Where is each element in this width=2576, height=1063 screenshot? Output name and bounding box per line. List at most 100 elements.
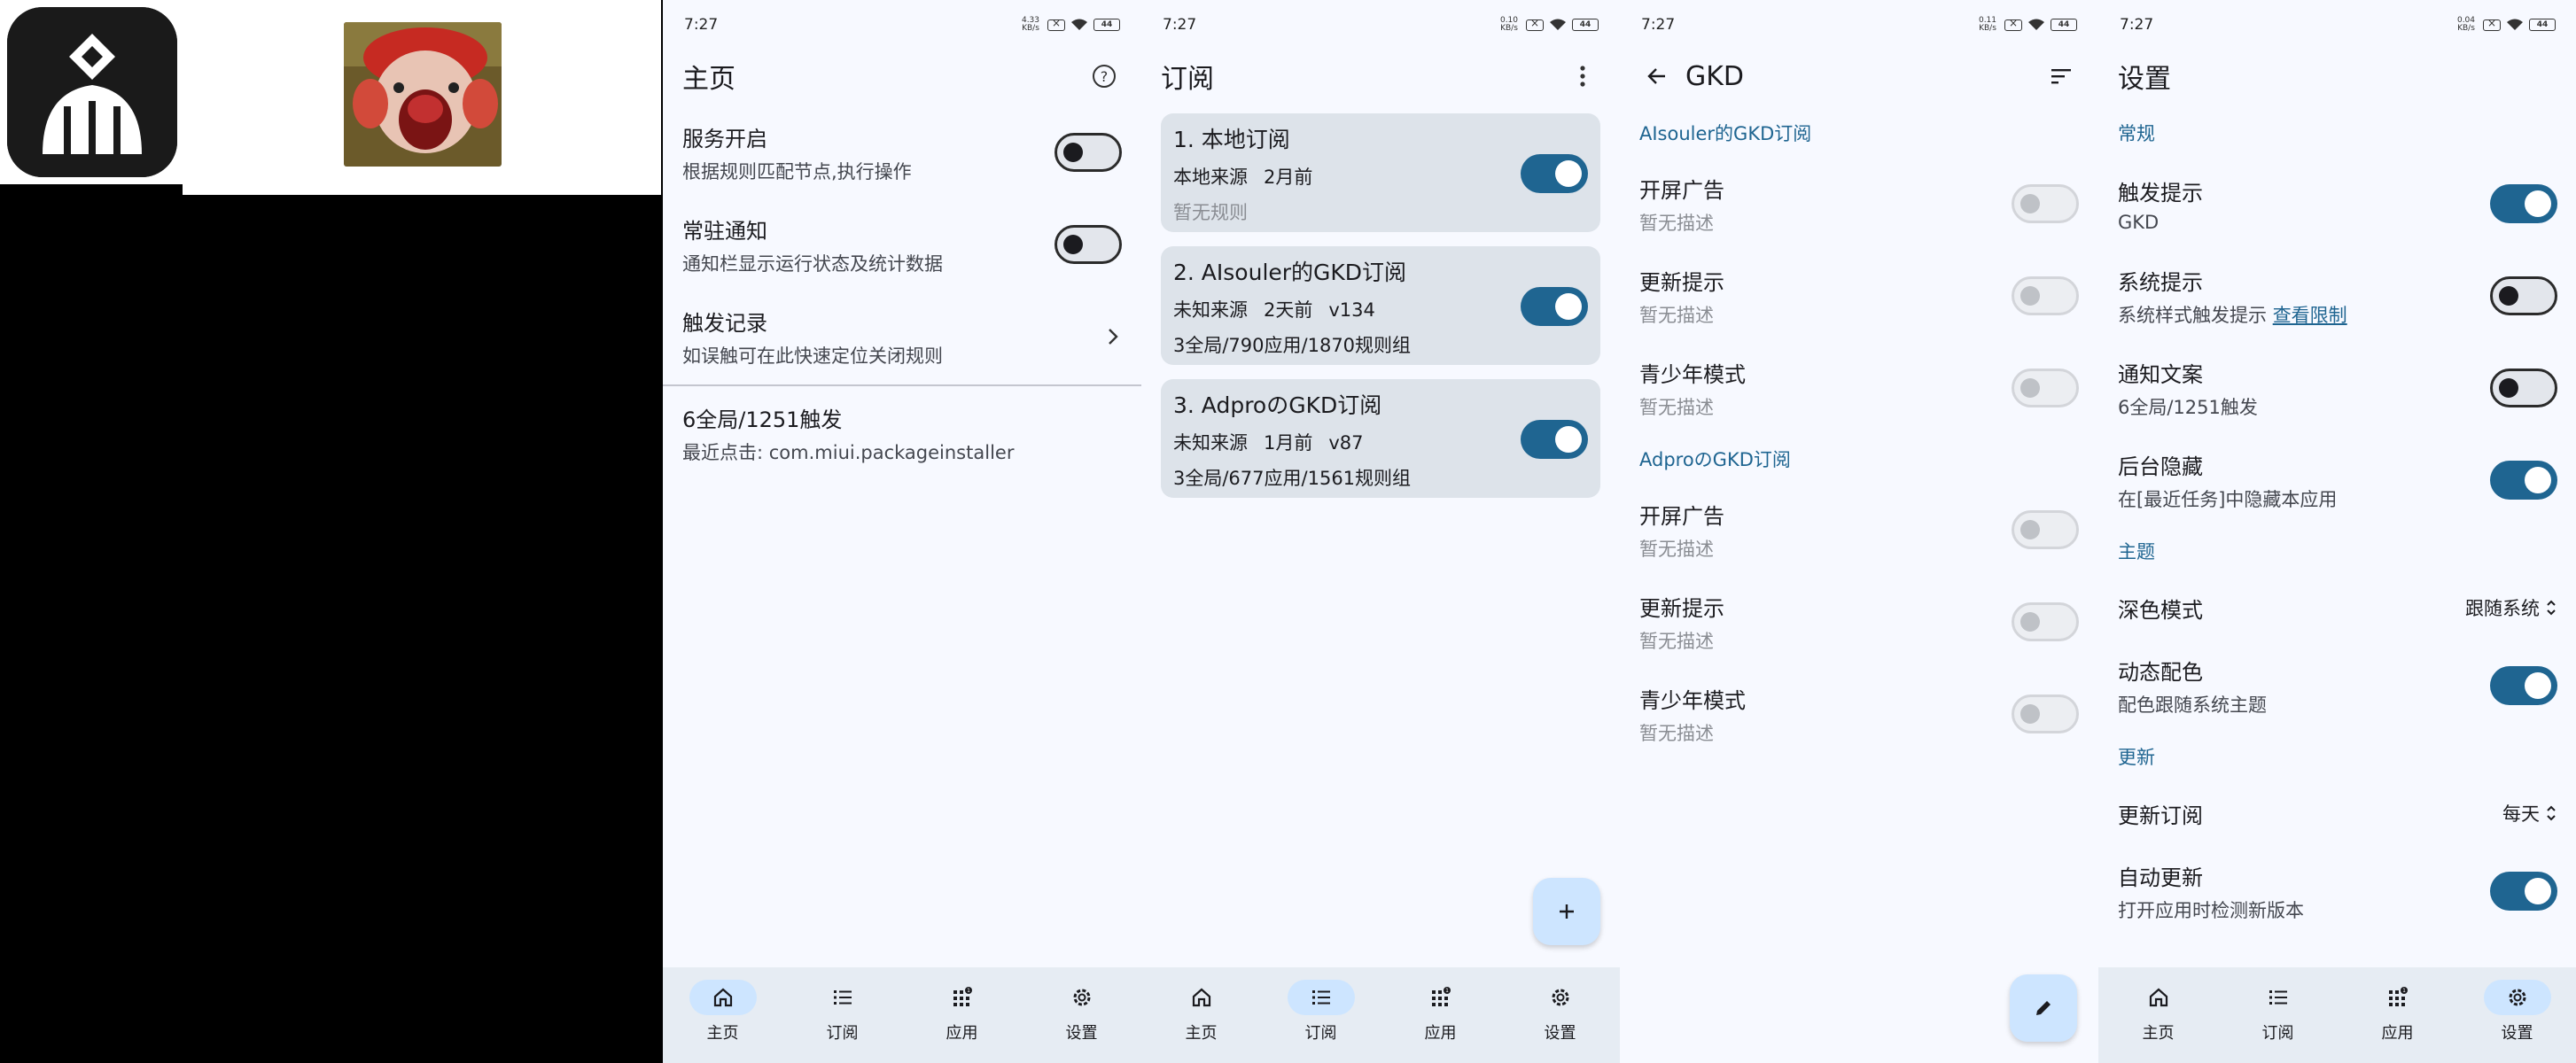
rule-row[interactable]: 开屏广告 暂无描述 bbox=[1620, 484, 2098, 576]
nav-apps[interactable]: 1 应用 bbox=[1381, 967, 1500, 1063]
dark-mode-select[interactable]: 跟随系统 bbox=[2465, 594, 2557, 621]
update-interval-select[interactable]: 每天 bbox=[2502, 800, 2557, 826]
sim-off-icon bbox=[1047, 17, 1065, 31]
rule-desc: 暂无描述 bbox=[1639, 630, 1714, 652]
subscription-card[interactable]: 1. 本地订阅 本地来源 2月前 暂无规则 bbox=[1161, 113, 1600, 232]
setting-row[interactable]: 后台隐藏 在[最近任务]中隐藏本应用 bbox=[2098, 434, 2576, 526]
list-icon bbox=[1311, 990, 1330, 1005]
bottom-nav: 主页 订阅 1 应用 设置 bbox=[2098, 967, 2576, 1063]
battery-icon: 44 bbox=[1572, 19, 1599, 31]
update-subs-row[interactable]: 更新订阅 每天 bbox=[2098, 781, 2576, 845]
nav-subs[interactable]: 订阅 bbox=[1261, 967, 1381, 1063]
battery-icon: 44 bbox=[1093, 19, 1120, 31]
gear-icon bbox=[2509, 989, 2525, 1006]
nav-apps[interactable]: 1 应用 bbox=[2338, 967, 2457, 1063]
subscription-card[interactable]: 3. AdproのGKD订阅 未知来源 1月前 v87 3全局/677应用/1561… bbox=[1161, 379, 1600, 498]
setting-row[interactable]: 系统提示 系统样式触发提示 查看限制 bbox=[2098, 250, 2576, 342]
rule-switch[interactable] bbox=[2012, 510, 2079, 549]
setting-title: 触发提示 bbox=[2118, 180, 2203, 206]
page-title: 主页 bbox=[682, 64, 735, 95]
battery-icon: 44 bbox=[2529, 19, 2556, 31]
chevron-right-icon bbox=[1109, 329, 1118, 345]
rule-switch[interactable] bbox=[2012, 694, 2079, 733]
rule-switch[interactable] bbox=[2012, 602, 2079, 641]
nav-home[interactable]: 主页 bbox=[663, 967, 782, 1063]
rule-row[interactable]: 青少年模式 暂无描述 bbox=[1620, 342, 2098, 434]
rule-row[interactable]: 开屏广告 暂无描述 bbox=[1620, 158, 2098, 250]
gear-icon bbox=[1552, 989, 1568, 1006]
apps-grid-icon: 1 bbox=[1431, 987, 1451, 1006]
dynamic-color-switch[interactable] bbox=[2490, 666, 2557, 705]
back-arrow-icon[interactable] bbox=[1639, 58, 1675, 94]
service-toggle-row[interactable]: 服务开启 根据规则匹配节点,执行操作 bbox=[663, 106, 1141, 198]
subscription-card[interactable]: 2. AIsouler的GKD订阅 未知来源 2天前 v134 3全局/790应用/… bbox=[1161, 246, 1600, 365]
card-title: 1. 本地订阅 bbox=[1173, 127, 1290, 152]
subscription-switch[interactable] bbox=[1521, 287, 1588, 326]
svg-text:1: 1 bbox=[967, 988, 970, 994]
nav-settings[interactable]: 设置 bbox=[2457, 967, 2576, 1063]
nav-subs[interactable]: 订阅 bbox=[2218, 967, 2338, 1063]
card-stat: 3全局/790应用/1870规则组 bbox=[1173, 335, 1412, 356]
subscription-switch[interactable] bbox=[1521, 420, 1588, 459]
notify-toggle-row[interactable]: 常驻通知 通知栏显示运行状态及统计数据 bbox=[663, 198, 1141, 291]
setting-desc: 系统样式触发提示 查看限制 bbox=[2118, 301, 2490, 328]
bg-hide-switch[interactable] bbox=[2490, 461, 2557, 500]
view-limits-link[interactable]: 查看限制 bbox=[2273, 305, 2347, 326]
setting-row[interactable]: 动态配色 配色跟随系统主题 bbox=[2098, 640, 2576, 732]
setting-row[interactable]: 触发提示 GKD bbox=[2098, 158, 2576, 250]
add-subscription-button[interactable] bbox=[1533, 878, 1600, 945]
row-subtitle: 通知栏显示运行状态及统计数据 bbox=[682, 252, 943, 275]
notify-switch[interactable] bbox=[1055, 225, 1122, 264]
section-header: 主题 bbox=[2118, 541, 2155, 563]
rule-switch[interactable] bbox=[2012, 276, 2079, 315]
pencil-icon bbox=[2036, 1001, 2051, 1015]
auto-update-switch[interactable] bbox=[2490, 872, 2557, 911]
row-title: 服务开启 bbox=[682, 126, 767, 151]
nav-label: 订阅 bbox=[826, 1024, 859, 1043]
screen-home: 7:27 4.33 KB/s 44 主页 ? 服务开启 根据规则匹配节点,执行操… bbox=[663, 0, 1141, 1063]
system-tip-switch[interactable] bbox=[2490, 276, 2557, 315]
edit-button[interactable] bbox=[2010, 974, 2077, 1042]
card-meta: 本地来源 2月前 bbox=[1173, 163, 1521, 190]
nav-settings[interactable]: 设置 bbox=[1500, 967, 1620, 1063]
nav-label: 应用 bbox=[2381, 1024, 2414, 1043]
status-time: 7:27 bbox=[684, 16, 719, 34]
unfold-icon bbox=[2547, 600, 2556, 616]
dark-mode-row[interactable]: 深色模式 跟随系统 bbox=[2098, 576, 2576, 640]
bottom-nav: 主页 订阅 1 应用 设置 bbox=[663, 967, 1141, 1063]
help-icon[interactable]: ? bbox=[1086, 58, 1122, 94]
trigger-records-row[interactable]: 触发记录 如误触可在此快速定位关闭规则 bbox=[663, 291, 1141, 383]
sort-icon[interactable] bbox=[2043, 58, 2079, 94]
nav-settings[interactable]: 设置 bbox=[1022, 967, 1141, 1063]
trigger-tip-switch[interactable] bbox=[2490, 184, 2557, 223]
more-vert-icon[interactable] bbox=[1565, 58, 1600, 94]
rule-row[interactable]: 青少年模式 暂无描述 bbox=[1620, 668, 2098, 760]
rule-switch[interactable] bbox=[2012, 369, 2079, 407]
nav-subs[interactable]: 订阅 bbox=[782, 967, 902, 1063]
rule-title: 更新提示 bbox=[1639, 269, 1724, 295]
nav-home[interactable]: 主页 bbox=[2098, 967, 2218, 1063]
nav-label: 应用 bbox=[946, 1024, 978, 1043]
rule-switch[interactable] bbox=[2012, 184, 2079, 223]
notify-text-switch[interactable] bbox=[2490, 369, 2557, 407]
service-switch[interactable] bbox=[1055, 133, 1122, 172]
setting-row[interactable]: 通知文案 6全局/1251触发 bbox=[2098, 342, 2576, 434]
nav-home[interactable]: 主页 bbox=[1141, 967, 1261, 1063]
net-speed: 0.10 KB/s bbox=[1499, 16, 1519, 33]
rule-desc: 暂无描述 bbox=[1639, 304, 1714, 326]
nav-apps[interactable]: 1 应用 bbox=[902, 967, 1022, 1063]
rule-row[interactable]: 更新提示 暂无描述 bbox=[1620, 576, 2098, 668]
subscription-switch[interactable] bbox=[1521, 154, 1588, 193]
nav-label: 设置 bbox=[2501, 1024, 2533, 1043]
rule-row[interactable]: 更新提示 暂无描述 bbox=[1620, 250, 2098, 342]
rule-title: 青少年模式 bbox=[1639, 361, 1746, 387]
setting-desc: 打开应用时检测新版本 bbox=[2118, 899, 2304, 921]
apps-grid-icon: 1 bbox=[953, 987, 972, 1006]
net-speed: 0.04 KB/s bbox=[2456, 16, 2476, 33]
card-version: v87 bbox=[1328, 432, 1364, 454]
monkey-meme-image bbox=[344, 22, 502, 167]
setting-row[interactable]: 自动更新 打开应用时检测新版本 bbox=[2098, 845, 2576, 937]
svg-text:1: 1 bbox=[2402, 988, 2406, 994]
rule-title: 开屏广告 bbox=[1639, 177, 1724, 203]
sim-off-icon bbox=[1526, 17, 1544, 31]
